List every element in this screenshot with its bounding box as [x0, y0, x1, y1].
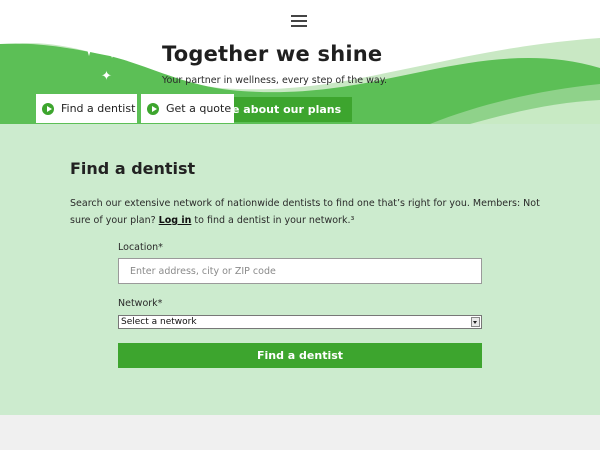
footer-strip	[0, 415, 600, 450]
network-select-value: Select a network	[121, 317, 197, 327]
sparkle-icon: ✦	[101, 69, 112, 84]
network-label: Network*	[118, 298, 163, 309]
hero-banner: ✦ Together we shine Your partner in well…	[0, 38, 600, 124]
find-dentist-panel: Find a dentist Search our extensive netw…	[0, 124, 600, 415]
network-select[interactable]: Select a network	[118, 315, 482, 329]
hero-title: Together we shine	[162, 42, 383, 66]
location-label: Location*	[118, 242, 163, 253]
tab-find-a-dentist[interactable]: Find a dentist	[36, 94, 137, 123]
play-circle-icon	[147, 102, 159, 115]
description-text-end: to find a dentist in your network.³	[191, 215, 355, 226]
hero-subtitle: Your partner in wellness, every step of …	[162, 75, 388, 86]
tab-label: Find a dentist	[61, 102, 136, 115]
section-description: Search our extensive network of nationwi…	[70, 195, 540, 229]
menu-icon[interactable]	[291, 14, 307, 28]
location-input[interactable]	[118, 258, 482, 284]
find-dentist-submit-button[interactable]: Find a dentist	[118, 343, 482, 368]
tab-get-a-quote[interactable]: Get a quote	[141, 94, 234, 123]
login-link[interactable]: Log in	[159, 215, 192, 226]
section-heading: Find a dentist	[70, 159, 196, 178]
play-circle-icon	[42, 102, 54, 115]
chevron-down-icon[interactable]	[471, 317, 480, 327]
tab-label: Get a quote	[166, 102, 232, 115]
